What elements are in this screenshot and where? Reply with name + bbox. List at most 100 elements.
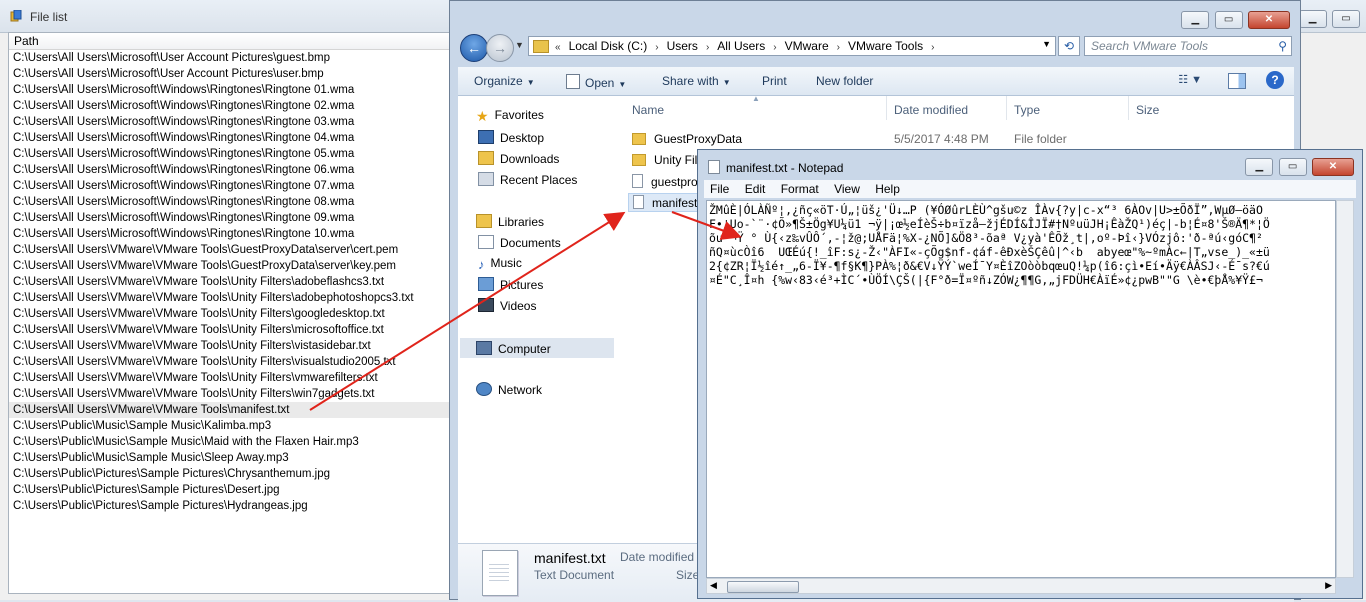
breadcrumb-vmware-tools[interactable]: VMware Tools [844,37,927,55]
explorer-maximize-button[interactable]: ▭ [1214,11,1243,29]
explorer-close-button[interactable]: ✕ [1248,11,1290,29]
minimize-button[interactable]: ▁ [1298,10,1327,28]
print-button[interactable]: Print [762,74,787,88]
list-item[interactable]: C:\Users\Public\Music\Sample Music\Maid … [9,434,455,450]
column-name[interactable]: Name [632,103,664,117]
nav-videos[interactable]: Videos [478,298,536,313]
column-divider[interactable] [886,96,887,120]
list-item[interactable]: C:\Users\Public\Pictures\Sample Pictures… [9,498,455,514]
list-item[interactable]: C:\Users\All Users\VMware\VMware Tools\U… [9,370,455,386]
chevron-right-icon[interactable]: › [651,39,662,57]
breadcrumb-vmware[interactable]: VMware [781,37,833,55]
refresh-button[interactable]: ⟲ [1058,36,1080,56]
chevron-right-icon[interactable]: › [769,39,780,57]
list-item-selected[interactable]: C:\Users\All Users\VMware\VMware Tools\m… [9,402,455,418]
list-item[interactable]: C:\Users\Public\Music\Sample Music\Kalim… [9,418,455,434]
column-divider[interactable] [1006,96,1007,120]
computer-icon [476,341,492,355]
nav-computer[interactable]: Computer [476,341,551,356]
nav-favorites[interactable]: ★ Favorites [476,108,544,124]
nav-music[interactable]: ♪ Music [478,256,522,272]
chevron-right-icon[interactable]: › [702,39,713,57]
list-item[interactable]: C:\Users\All Users\VMware\VMware Tools\U… [9,354,455,370]
list-item[interactable]: C:\Users\All Users\VMware\VMware Tools\G… [9,258,455,274]
list-item[interactable]: C:\Users\All Users\Microsoft\Windows\Rin… [9,146,455,162]
list-item[interactable]: C:\Users\All Users\VMware\VMware Tools\U… [9,274,455,290]
nav-downloads[interactable]: Downloads [478,151,559,166]
organize-button[interactable]: Organize ▼ [474,74,535,88]
list-item[interactable]: C:\Users\All Users\Microsoft\Windows\Rin… [9,178,455,194]
column-divider[interactable] [1128,96,1129,120]
list-item[interactable]: C:\Users\All Users\Microsoft\Windows\Rin… [9,82,455,98]
file-row[interactable]: Unity Fil [632,153,697,167]
menu-help[interactable]: Help [869,180,906,198]
file-row[interactable]: GuestProxyData [632,132,742,146]
file-row-selected[interactable]: manifest [628,193,703,212]
nav-libraries[interactable]: Libraries [476,214,544,229]
share-with-button[interactable]: Share with ▼ [662,74,731,88]
menu-file[interactable]: File [704,180,735,198]
maximize-button[interactable]: ▭ [1332,10,1360,28]
scroll-thumb[interactable] [727,581,799,593]
forward-button[interactable]: → [486,34,514,62]
list-item[interactable]: C:\Users\All Users\Microsoft\Windows\Rin… [9,162,455,178]
explorer-minimize-button[interactable]: ▁ [1181,11,1210,29]
nav-pictures[interactable]: Pictures [478,277,543,292]
breadcrumb-users[interactable]: Users [663,37,702,55]
nav-documents[interactable]: Documents [478,235,561,250]
list-item[interactable]: C:\Users\All Users\Microsoft\Windows\Rin… [9,130,455,146]
preview-pane-icon[interactable] [1228,73,1246,89]
address-dropdown-icon[interactable]: ▼ [1042,39,1051,49]
chevron-right-icon[interactable]: › [833,39,844,57]
menu-format[interactable]: Format [775,180,825,198]
column-size[interactable]: Size [1136,103,1159,117]
search-icon[interactable]: ⚲ [1278,37,1287,55]
list-item[interactable]: C:\Users\Public\Music\Sample Music\Sleep… [9,450,455,466]
new-folder-button[interactable]: New folder [816,74,873,88]
horizontal-scrollbar[interactable]: ◀ ▶ [706,578,1336,594]
notepad-text-area[interactable]: ŽMûÈ|ÓLÀÑº¦,¿ñç«öT·Ú„¦üš¿'Ü↓…P (¥ÓØûrLÈÙ… [706,200,1336,578]
breadcrumb-all-users[interactable]: All Users [713,37,769,55]
address-overflow[interactable]: « [551,39,565,57]
list-item[interactable]: C:\Users\All Users\VMware\VMware Tools\G… [9,242,455,258]
recent-pages-dropdown-icon[interactable]: ▼ [515,40,524,50]
list-item[interactable]: C:\Users\All Users\Microsoft\Windows\Rin… [9,98,455,114]
notepad-close-button[interactable]: ✕ [1312,158,1354,176]
column-header-path[interactable]: Path [9,33,455,50]
list-item[interactable]: C:\Users\All Users\VMware\VMware Tools\U… [9,322,455,338]
menu-edit[interactable]: Edit [739,180,772,198]
nav-recent-places[interactable]: Recent Places [478,172,577,187]
list-item[interactable]: C:\Users\All Users\Microsoft\Windows\Rin… [9,194,455,210]
column-type[interactable]: Type [1014,103,1040,117]
notepad-minimize-button[interactable]: ▁ [1245,158,1274,176]
nav-desktop[interactable]: Desktop [478,130,544,145]
change-view-icon[interactable]: ☷ ▼ [1178,73,1202,86]
list-item[interactable]: C:\Users\All Users\Microsoft\Windows\Rin… [9,226,455,242]
list-item[interactable]: C:\Users\Public\Pictures\Sample Pictures… [9,482,455,498]
file-list[interactable]: Path C:\Users\All Users\Microsoft\User A… [8,32,456,594]
breadcrumb-local-disk[interactable]: Local Disk (C:) [565,37,652,55]
list-item[interactable]: C:\Users\Public\Pictures\Sample Pictures… [9,466,455,482]
list-item[interactable]: C:\Users\All Users\VMware\VMware Tools\U… [9,338,455,354]
chevron-right-icon[interactable]: › [927,39,938,57]
nav-network[interactable]: Network [476,382,542,397]
list-item[interactable]: C:\Users\All Users\Microsoft\User Accoun… [9,50,455,66]
list-item[interactable]: C:\Users\All Users\VMware\VMware Tools\U… [9,290,455,306]
help-icon[interactable]: ? [1266,71,1284,89]
vertical-scrollbar[interactable] [1336,200,1354,578]
menu-view[interactable]: View [828,180,866,198]
list-item[interactable]: C:\Users\All Users\VMware\VMware Tools\U… [9,386,455,402]
list-item[interactable]: C:\Users\All Users\VMware\VMware Tools\U… [9,306,455,322]
file-row[interactable]: guestpro [632,174,698,189]
back-button[interactable]: ← [460,34,488,62]
open-button[interactable]: Open ▼ [566,74,626,90]
column-date-modified[interactable]: Date modified [894,103,968,117]
scroll-left-icon[interactable]: ◀ [710,580,717,591]
list-item[interactable]: C:\Users\All Users\Microsoft\Windows\Rin… [9,114,455,130]
scroll-right-icon[interactable]: ▶ [1325,580,1332,591]
address-bar[interactable]: «Local Disk (C:) › Users › All Users › VMware ›… [528,36,1056,56]
list-item[interactable]: C:\Users\All Users\Microsoft\User Accoun… [9,66,455,82]
notepad-maximize-button[interactable]: ▭ [1278,158,1307,176]
search-input[interactable]: Search VMware Tools ⚲ [1084,36,1292,56]
list-item[interactable]: C:\Users\All Users\Microsoft\Windows\Rin… [9,210,455,226]
